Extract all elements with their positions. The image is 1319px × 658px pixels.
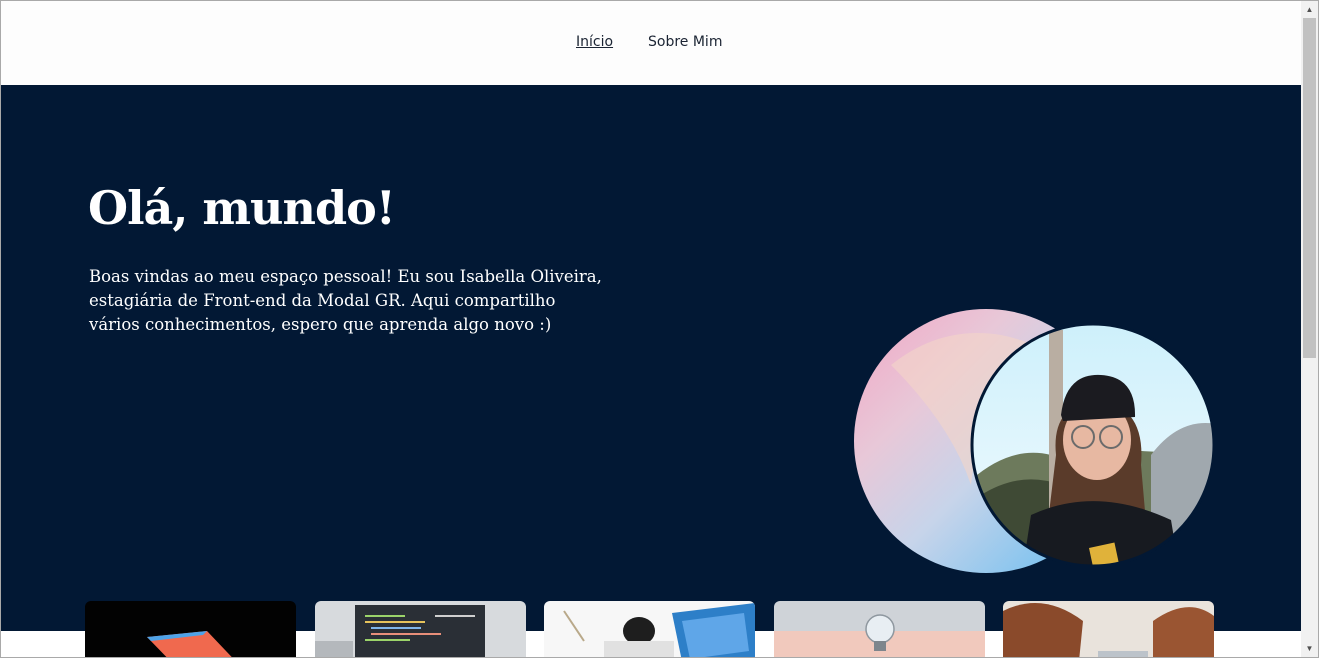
post-card-1[interactable] [85,601,296,657]
code-screen-photo-thumbnail-icon [315,601,526,657]
post-card-2[interactable] [315,601,526,657]
vertical-scrollbar[interactable]: ▲ ▼ [1301,1,1318,657]
browser-viewport: Início Sobre Mim Olá, mundo! Boas vindas… [0,0,1319,658]
lightbulb-photo-thumbnail-icon [774,601,985,657]
scroll-up-arrow-icon[interactable]: ▲ [1301,1,1318,18]
laptop-photo-thumbnail-icon [85,601,296,657]
profile-avatar-image [854,309,1216,573]
nav-link-inicio[interactable]: Início [576,34,613,50]
post-card-5[interactable] [1003,601,1214,657]
scroll-down-arrow-icon[interactable]: ▼ [1301,640,1318,657]
hero-title: Olá, mundo! [88,181,396,235]
top-navbar: Início Sobre Mim [1,1,1301,85]
hero-section: Olá, mundo! Boas vindas ao meu espaço pe… [1,85,1301,631]
scrollbar-thumb[interactable] [1303,18,1316,358]
nav-link-sobre-mim[interactable]: Sobre Mim [648,34,722,50]
desk-workspace-photo-thumbnail-icon [544,601,755,657]
post-card-4[interactable] [774,601,985,657]
people-laptop-photo-thumbnail-icon [1003,601,1214,657]
hero-intro-text: Boas vindas ao meu espaço pessoal! Eu so… [89,267,602,334]
post-card-3[interactable] [544,601,755,657]
